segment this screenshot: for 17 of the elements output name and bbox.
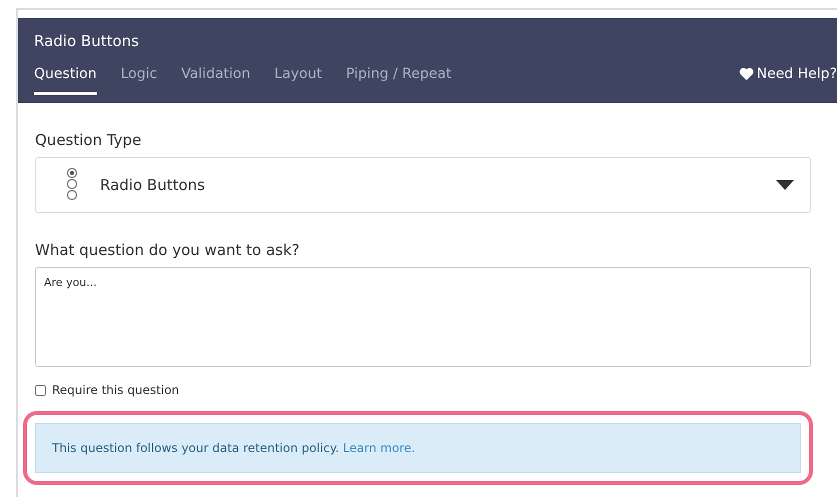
help-link[interactable]: Need Help? xyxy=(738,66,837,95)
require-checkbox[interactable] xyxy=(35,384,46,396)
field-label: What question do you want to ask? xyxy=(35,241,301,259)
field-label: Question Type xyxy=(35,131,142,149)
question-type-dropdown[interactable]: Radio Buttons xyxy=(35,157,811,213)
question-text-field[interactable]: Are you... xyxy=(35,267,811,367)
tab[interactable]: Validation xyxy=(181,66,250,95)
checkbox-label[interactable]: Require this question xyxy=(52,383,180,397)
caret-icon xyxy=(776,180,794,190)
notice-text: This question follows your data retention policy. Learn more. xyxy=(52,441,416,455)
panel-title: Radio Buttons xyxy=(34,32,140,50)
radio-buttons-icon xyxy=(66,167,78,203)
tab[interactable]: Logic xyxy=(120,66,158,95)
heart-icon xyxy=(738,67,754,81)
tab[interactable]: Question xyxy=(34,66,97,95)
tab[interactable]: Layout xyxy=(274,66,322,95)
tab[interactable]: Piping / Repeat xyxy=(346,66,452,95)
